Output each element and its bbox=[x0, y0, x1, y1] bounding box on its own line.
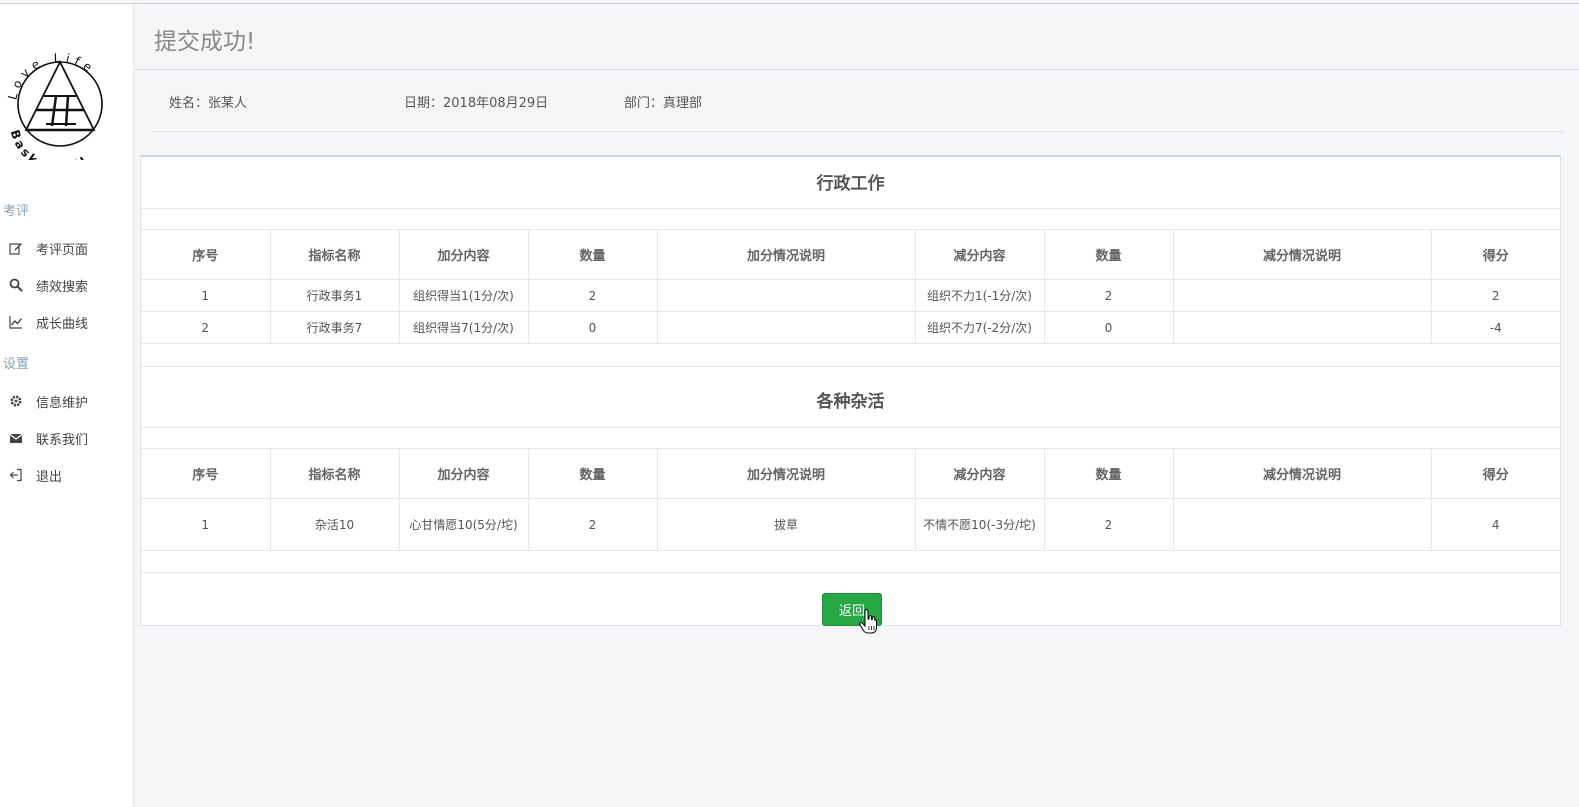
table-cell: 2 bbox=[527, 279, 658, 312]
sidebar-item-review-page[interactable]: 考评页面 bbox=[0, 233, 133, 263]
header-divider bbox=[134, 69, 1579, 70]
column-header: 数量 bbox=[527, 229, 658, 280]
column-header: 减分内容 bbox=[914, 229, 1045, 280]
table-cell bbox=[1172, 498, 1432, 551]
table-row: 2 行政事务7 组织得当7(1分/次) 0 组织不力7(-2分/次) 0 -4 bbox=[141, 311, 1560, 344]
column-header: 数量 bbox=[1043, 448, 1174, 499]
nav-section-review: 考评 bbox=[3, 204, 30, 219]
column-header: 指标名称 bbox=[269, 448, 400, 499]
sidebar-item-performance-search[interactable]: 绩效搜索 bbox=[0, 270, 133, 300]
edit-icon bbox=[8, 240, 24, 256]
table-cell bbox=[656, 311, 916, 344]
column-header: 指标名称 bbox=[269, 229, 400, 280]
table-row: 1 行政事务1 组织得当1(1分/次) 2 组织不力1(-1分/次) 2 2 bbox=[141, 279, 1560, 312]
gear-icon bbox=[8, 393, 24, 409]
section-divider bbox=[141, 208, 1560, 209]
table-header-row: 序号 指标名称 加分内容 数量 加分情况说明 减分内容 数量 减分情况说明 得分 bbox=[141, 448, 1560, 499]
nav-section-settings: 设置 bbox=[3, 357, 30, 372]
table-cell bbox=[656, 279, 916, 312]
sidebar-item-label: 信息维护 bbox=[36, 395, 89, 411]
info-divider bbox=[154, 131, 1564, 132]
table-cell: 2 bbox=[1043, 279, 1174, 312]
column-header: 加分情况说明 bbox=[656, 448, 916, 499]
table-cell: 心甘情愿10(5分/坨) bbox=[398, 498, 529, 551]
table-row: 1 杂活10 心甘情愿10(5分/坨) 2 拔草 不情不愿10(-3分/坨) 2… bbox=[141, 498, 1560, 551]
hand-cursor-icon bbox=[859, 609, 877, 634]
sidebar-item-label: 成长曲线 bbox=[36, 316, 89, 332]
sidebar-item-label: 考评页面 bbox=[36, 242, 89, 258]
table-cell: 行政事务1 bbox=[269, 279, 400, 312]
sidebar-item-label: 退出 bbox=[36, 469, 63, 485]
column-header: 减分情况说明 bbox=[1172, 229, 1432, 280]
admin-work-table: 序号 指标名称 加分内容 数量 加分情况说明 减分内容 数量 减分情况说明 得分… bbox=[141, 229, 1560, 344]
column-header: 序号 bbox=[141, 448, 271, 499]
table-cell: 4 bbox=[1430, 498, 1560, 551]
department: 部门：真理部 bbox=[624, 96, 703, 111]
table-cell: 组织得当7(1分/次) bbox=[398, 311, 529, 344]
table-cell bbox=[1172, 311, 1432, 344]
table-cell: 拔草 bbox=[656, 498, 916, 551]
sidebar-item-info-maintenance[interactable]: 信息维护 bbox=[0, 386, 133, 416]
misc-work-table: 序号 指标名称 加分内容 数量 加分情况说明 减分内容 数量 减分情况说明 得分… bbox=[141, 448, 1560, 551]
section-divider bbox=[141, 366, 1560, 367]
section-divider bbox=[141, 427, 1560, 428]
sidebar-item-growth-curve[interactable]: 成长曲线 bbox=[0, 307, 133, 337]
results-panel: 行政工作 序号 指标名称 加分内容 数量 加分情况说明 减分内容 数量 减分情况… bbox=[140, 155, 1561, 634]
table-cell: 2 bbox=[141, 311, 271, 344]
table-cell: 杂活10 bbox=[269, 498, 400, 551]
line-chart-icon bbox=[8, 314, 24, 330]
sidebar: Love Life Basketball 考评 考评页面 绩效搜索 成长曲线 设… bbox=[0, 4, 134, 807]
column-header: 加分内容 bbox=[398, 229, 529, 280]
sign-out-icon bbox=[8, 467, 24, 483]
table-cell: 1 bbox=[141, 279, 271, 312]
review-date: 日期：2018年08月29日 bbox=[404, 96, 549, 111]
section-title-misc: 各种杂活 bbox=[816, 392, 885, 412]
sidebar-item-label: 联系我们 bbox=[36, 432, 89, 448]
table-cell: 1 bbox=[141, 498, 271, 551]
column-header: 数量 bbox=[1043, 229, 1174, 280]
table-cell: 0 bbox=[1043, 311, 1174, 344]
table-cell: 2 bbox=[527, 498, 658, 551]
search-icon bbox=[8, 277, 24, 293]
table-cell: 0 bbox=[527, 311, 658, 344]
column-header: 得分 bbox=[1430, 229, 1560, 280]
table-cell: 2 bbox=[1043, 498, 1174, 551]
table-cell: 不情不愿10(-3分/坨) bbox=[914, 498, 1045, 551]
table-cell bbox=[1172, 279, 1432, 312]
table-cell: 组织不力7(-2分/次) bbox=[914, 311, 1045, 344]
section-divider bbox=[141, 572, 1560, 573]
column-header: 减分内容 bbox=[914, 448, 1045, 499]
table-cell: 组织得当1(1分/次) bbox=[398, 279, 529, 312]
table-cell: 组织不力1(-1分/次) bbox=[914, 279, 1045, 312]
main-content: 提交成功! 姓名：张某人 日期：2018年08月29日 部门：真理部 行政工作 … bbox=[134, 4, 1579, 807]
sidebar-item-contact-us[interactable]: 联系我们 bbox=[0, 423, 133, 453]
table-header-row: 序号 指标名称 加分内容 数量 加分情况说明 减分内容 数量 减分情况说明 得分 bbox=[141, 229, 1560, 280]
envelope-icon bbox=[8, 430, 24, 446]
love-life-basketball-logo: Love Life Basketball bbox=[6, 51, 103, 160]
table-cell: 行政事务7 bbox=[269, 311, 400, 344]
sidebar-item-label: 绩效搜索 bbox=[36, 279, 89, 295]
employee-name: 姓名：张某人 bbox=[169, 96, 248, 111]
page-title: 提交成功! bbox=[154, 29, 256, 55]
sidebar-item-logout[interactable]: 退出 bbox=[0, 460, 133, 490]
column-header: 加分情况说明 bbox=[656, 229, 916, 280]
column-header: 加分内容 bbox=[398, 448, 529, 499]
column-header: 序号 bbox=[141, 229, 271, 280]
column-header: 得分 bbox=[1430, 448, 1560, 499]
column-header: 减分情况说明 bbox=[1172, 448, 1432, 499]
section-title-admin: 行政工作 bbox=[816, 174, 885, 194]
table-cell: -4 bbox=[1430, 311, 1560, 344]
table-cell: 2 bbox=[1430, 279, 1560, 312]
column-header: 数量 bbox=[527, 448, 658, 499]
